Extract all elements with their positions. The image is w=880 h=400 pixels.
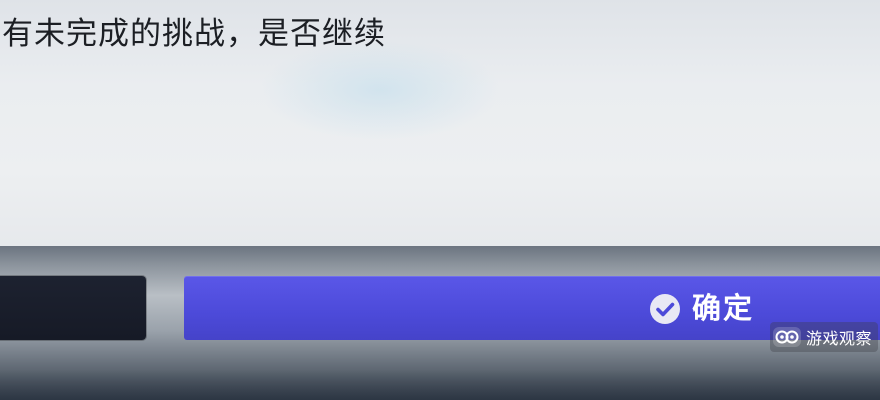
dialog-message: 有未完成的挑战，是否继续 [2, 16, 386, 52]
dialog-body: 有未完成的挑战，是否继续 [0, 0, 880, 246]
watermark-text: 游戏观察 [806, 329, 873, 348]
cancel-button[interactable] [0, 276, 146, 340]
game-dialog-screen: 有未完成的挑战，是否继续 确定 游戏观察 [0, 0, 880, 400]
watermark-logo-icon [773, 327, 801, 347]
watermark: 游戏观察 [770, 322, 879, 352]
confirm-button-label: 确定 [692, 291, 755, 325]
check-circle-icon [650, 294, 680, 324]
